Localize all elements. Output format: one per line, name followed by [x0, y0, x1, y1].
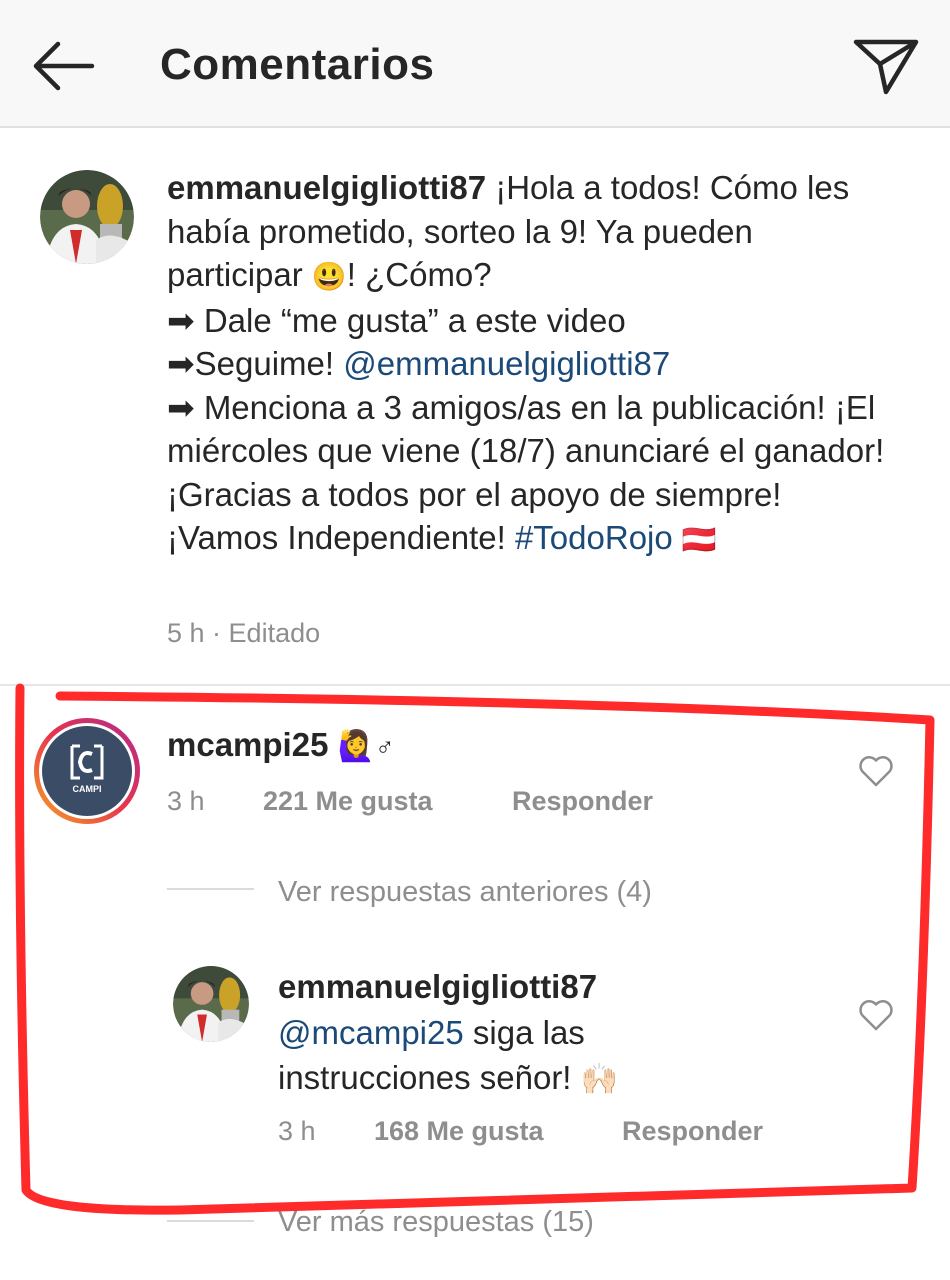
caption-line-3: ➡Seguime! [167, 345, 344, 382]
smile-emoji-icon: 😃 [311, 261, 347, 292]
caption-mention-link[interactable]: @emmanuelgigliotti87 [343, 345, 670, 382]
reply-username[interactable]: emmanuelgigliotti87 [278, 968, 597, 1006]
comment-username[interactable]: mcampi25 [167, 726, 328, 763]
comment-reply-button[interactable]: Responder [512, 786, 653, 817]
raised-hands-emoji-icon: 🙌🏻 [580, 1063, 618, 1096]
reply-likes[interactable]: 168 Me gusta [374, 1116, 544, 1147]
male-sign-icon: ♂ [374, 732, 395, 762]
thread-line-more [167, 1220, 254, 1222]
post-author-avatar[interactable] [40, 170, 134, 264]
reply-time: 3 h [278, 1116, 316, 1146]
post-time: 5 h [167, 618, 205, 648]
commenter-avatar[interactable]: CAMPI [32, 716, 142, 826]
reply-text-line-1: siga las [463, 1014, 585, 1051]
send-icon[interactable] [852, 34, 920, 96]
hashtag-link[interactable]: #TodoRojo [515, 519, 673, 556]
post-meta: 5 h · Editado [167, 618, 320, 649]
raising-hand-emoji-icon: 🙋‍♀ [337, 730, 375, 763]
divider [0, 684, 950, 686]
caption-line-2: ➡ Dale “me gusta” a este video [167, 301, 626, 339]
comment-like-heart-icon[interactable] [858, 754, 894, 788]
thread-line [167, 888, 254, 890]
page-title: Comentarios [160, 40, 435, 89]
avatar-label: CAMPI [73, 784, 102, 794]
reply-mention-link[interactable]: @mcampi25 [278, 1014, 464, 1051]
comment-likes[interactable]: 221 Me gusta [263, 786, 433, 817]
comment-time: 3 h [167, 786, 205, 816]
reply-like-heart-icon[interactable] [858, 998, 894, 1032]
reply-author-avatar[interactable] [173, 966, 249, 1042]
post-author-username[interactable]: emmanuelgigliotti87 [167, 169, 486, 206]
view-more-replies[interactable]: Ver más respuestas (15) [278, 1206, 594, 1239]
reply-reply-button[interactable]: Responder [622, 1116, 763, 1147]
reply-text-line-2: instrucciones señor! [278, 1059, 581, 1096]
reply-text: @mcampi25 siga las instrucciones señor! … [278, 1010, 838, 1102]
caption-line-1-tail: ! ¿Cómo? [346, 256, 492, 293]
view-previous-replies[interactable]: Ver respuestas anteriores (4) [278, 876, 652, 909]
back-arrow-icon[interactable] [30, 38, 96, 94]
post-edited: · Editado [204, 618, 321, 648]
top-bar: Comentarios [0, 0, 950, 128]
flag-emoji-icon: 🇦🇹 [681, 524, 717, 555]
post-caption: emmanuelgigliotti87 ¡Hola a todos! Cómo … [167, 166, 897, 562]
comment-author: mcampi25 🙋‍♀♂ [167, 726, 394, 764]
